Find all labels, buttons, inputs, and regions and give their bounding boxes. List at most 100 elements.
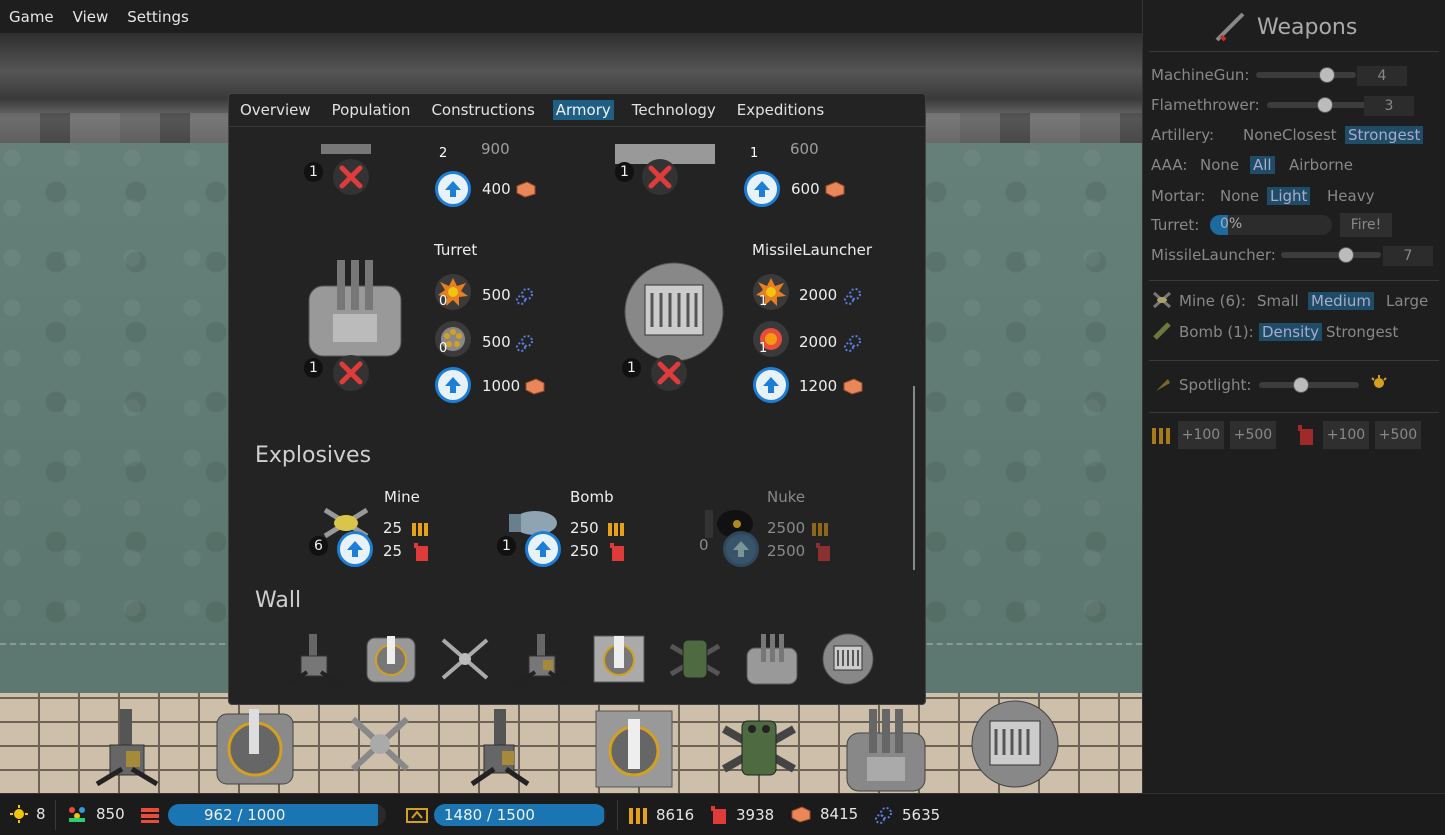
wall-slot-cannon-icon[interactable] [365,634,417,684]
sidebar-title-text: Weapons [1257,14,1358,40]
tab-technology[interactable]: Technology [629,100,719,120]
arrow-up-icon [535,541,551,557]
buy-ammo-500-button[interactable]: +500 [1230,421,1276,449]
missile-launcher-slider[interactable] [1281,247,1381,263]
mine-fuel-cost: 25 [383,542,403,560]
slider-knob[interactable] [1319,67,1335,83]
slider-knob[interactable] [1293,377,1309,393]
divider [1149,412,1439,413]
remove-unit-button[interactable] [333,159,369,195]
missile-launcher-count: 1 [622,358,641,378]
mine-label: Mine (6): [1179,292,1246,310]
tech-gear-icon [844,288,861,305]
aaa-option-airborne[interactable]: Airborne [1286,156,1356,174]
tech-gear-icon [516,288,533,305]
mortar-turret-icon[interactable] [722,709,796,785]
slider-knob[interactable] [1338,247,1354,263]
scrollbar[interactable] [913,386,915,570]
machinegun-value[interactable]: 4 [1357,66,1407,86]
wall-slot-turret-icon[interactable] [745,632,799,686]
artillery-option-closest[interactable]: Closest [1279,126,1340,144]
aaa-option-none[interactable]: None [1197,156,1242,174]
mine-buy-button[interactable] [337,531,373,567]
missile-stat2: 2000 [799,333,838,351]
machinegun-slider[interactable] [1256,67,1356,83]
mortar-option-light[interactable]: Light [1267,187,1311,205]
wall-slot-aaa-icon[interactable] [439,634,491,684]
storage-icon [406,808,428,823]
missile-upgrade-button[interactable] [753,367,789,403]
bomb-option-density[interactable]: Density [1259,323,1323,341]
remove-missile-launcher-button[interactable] [651,355,687,391]
tech-indicator: 5635 [874,805,940,825]
brick-icon [843,378,863,395]
mine-option-small[interactable]: Small [1254,292,1302,310]
turret-stat1: 500 [482,286,511,304]
brick-icon [825,181,845,198]
turret-fire-button[interactable]: Fire! [1340,213,1392,237]
upgrade-button[interactable] [744,171,780,207]
close-icon [657,361,681,385]
remove-unit-button[interactable] [642,159,678,195]
mine-option-medium[interactable]: Medium [1308,292,1374,310]
tab-overview[interactable]: Overview [237,100,314,120]
tab-bar: Overview Population Constructions Armory… [229,94,925,127]
remove-turret-button[interactable] [333,355,369,391]
cannon-turret-icon[interactable] [215,709,295,789]
menu-settings[interactable]: Settings [124,6,192,28]
missile-launcher-value[interactable]: 7 [1383,246,1433,266]
wall-slot-flamethrower-icon[interactable] [515,632,569,686]
slider-knob[interactable] [1317,97,1333,113]
ammo-icon [812,523,828,536]
flamethrower-value[interactable]: 3 [1364,96,1414,116]
mine-option-large[interactable]: Large [1383,292,1431,310]
artillery-option-strongest[interactable]: Strongest [1345,126,1424,144]
wall-slot-mortar-icon[interactable] [669,632,721,686]
wall-slot-machinegun-icon[interactable] [287,632,341,686]
tab-constructions[interactable]: Constructions [428,100,537,120]
menu-game[interactable]: Game [6,6,57,28]
sidebar-title: Weapons [1213,10,1357,44]
spotlight-label: Spotlight: [1179,376,1252,394]
suns-indicator: 8 [10,805,46,823]
buy-fuel-500-button[interactable]: +500 [1375,421,1421,449]
divider [1149,51,1439,52]
missile-launcher-icon [624,262,724,362]
artillery-turret-icon[interactable] [594,709,674,789]
turret-upgrade-button[interactable] [435,367,471,403]
buy-fuel-100-button[interactable]: +100 [1323,421,1369,449]
menu-view[interactable]: View [70,6,112,28]
tab-expeditions[interactable]: Expeditions [734,100,827,120]
mortar-option-none[interactable]: None [1217,187,1262,205]
fuel-can-icon [414,543,428,561]
machinegun-turret-icon[interactable] [92,709,162,789]
wall-slot-missile-launcher-icon[interactable] [821,632,875,686]
missile-launcher-name: MissileLauncher [752,241,873,259]
bomb-count: 1 [497,536,516,556]
flamethrower-slider[interactable] [1267,97,1367,113]
aaa-turret-icon[interactable] [348,709,412,779]
weapons-sidebar: Weapons MachineGun: 4 Flamethrower: 3 Ar… [1142,0,1445,793]
mortar-option-heavy[interactable]: Heavy [1324,187,1377,205]
close-icon [339,165,363,189]
flamethrower-turret-icon[interactable] [470,709,530,789]
bomb-option-strongest[interactable]: Strongest [1323,323,1401,341]
turret-stat1-level: 0 [439,294,448,309]
population-value: 850 [96,805,125,823]
status-bar: 8 850 962 / 1000 1480 / 1500 8616 3938 8… [0,793,1445,835]
tab-armory[interactable]: Armory [552,100,614,120]
buy-ammo-100-button[interactable]: +100 [1178,421,1224,449]
spotlight-slider[interactable] [1259,377,1359,393]
missile-launcher-icon[interactable] [970,699,1060,789]
wall-slot-artillery-icon[interactable] [592,632,646,684]
upgrade-button[interactable] [435,171,471,207]
bomb-ammo-cost: 250 [570,519,599,537]
turret-icon [308,260,402,357]
aaa-option-all[interactable]: All [1250,156,1275,174]
fuel-indicator: 3938 [710,805,774,825]
turret-icon[interactable] [843,709,929,793]
bomb-buy-button[interactable] [525,531,561,567]
tab-population[interactable]: Population [329,100,414,120]
nuke-buy-button[interactable] [723,531,759,567]
arrow-up-icon [763,377,779,393]
